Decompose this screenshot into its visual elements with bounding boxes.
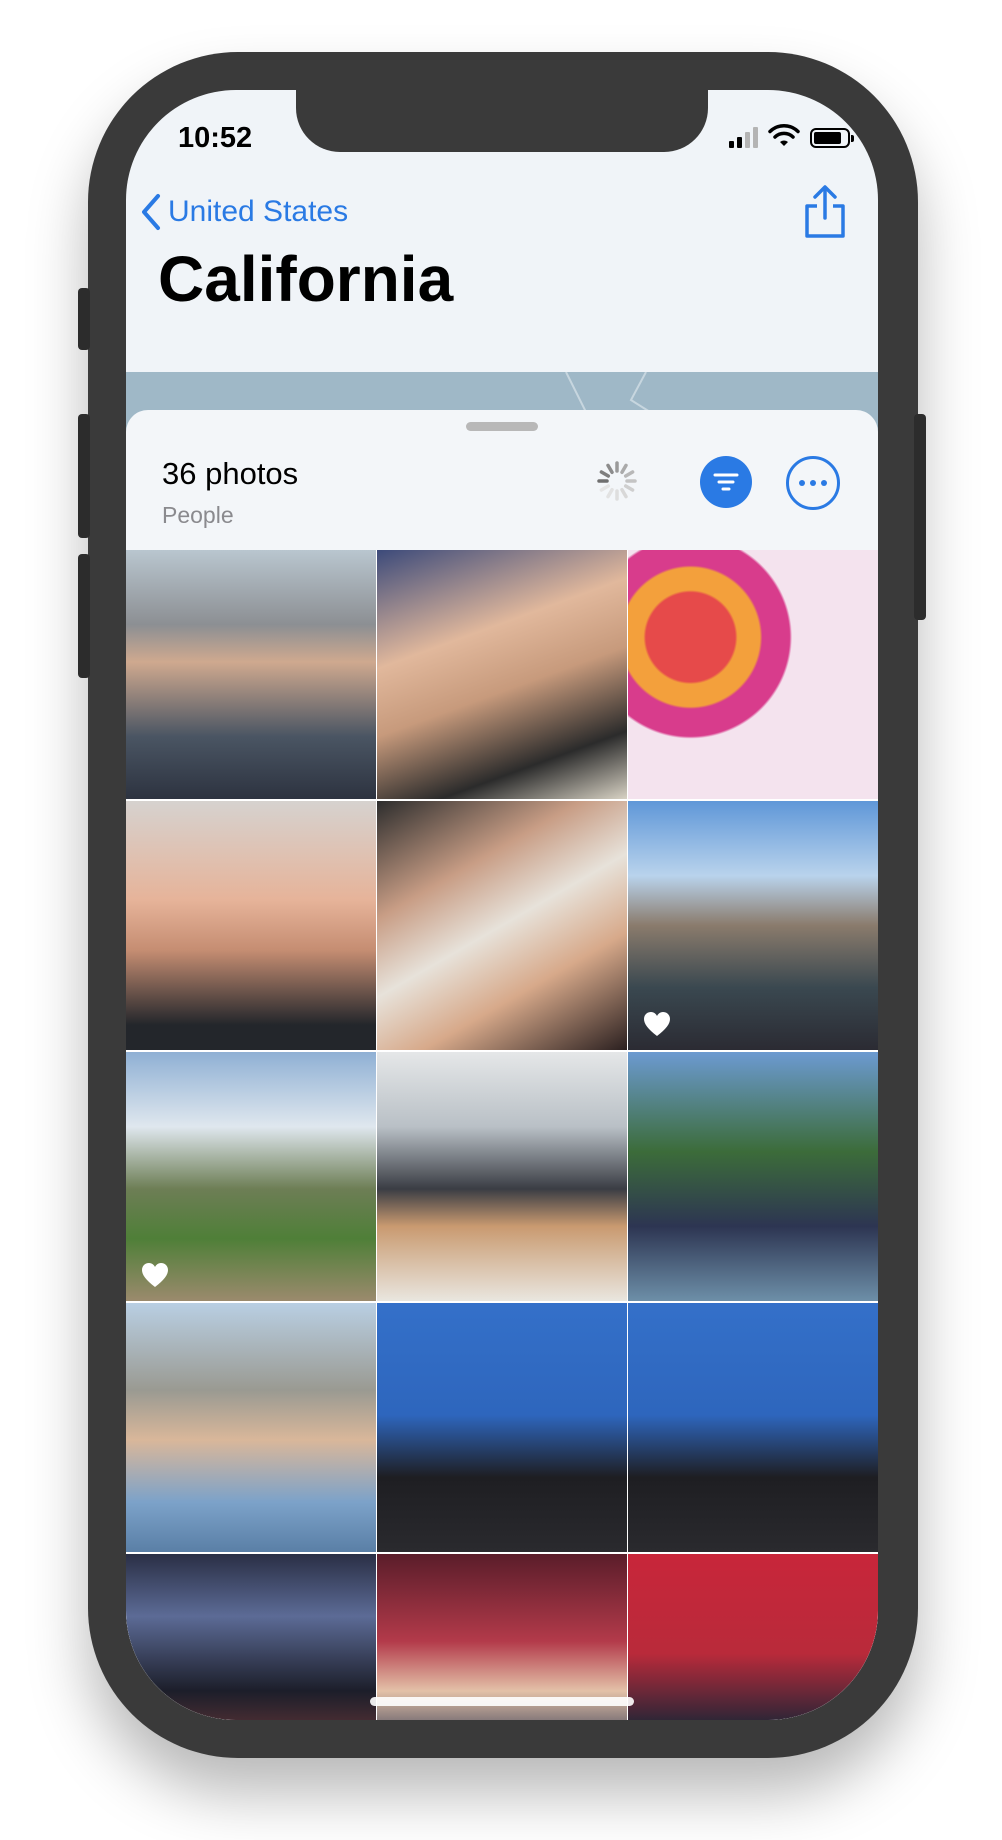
photo-thumbnail[interactable] [126,801,376,1050]
sheet-grabber[interactable] [466,422,538,431]
ellipsis-icon [821,480,827,486]
more-options-button[interactable] [786,456,840,510]
filter-button[interactable] [700,456,752,508]
photo-thumbnail[interactable] [126,1303,376,1552]
home-indicator[interactable] [370,1697,634,1706]
photo-thumbnail[interactable] [377,1052,627,1301]
power-button [914,414,926,620]
heart-icon [642,1010,672,1038]
battery-level [814,132,841,144]
cellular-signal-icon [729,126,758,148]
status-icons [729,124,854,148]
phone-screen: 10:52 United States California 36 photos… [126,90,878,1720]
notch [296,90,708,152]
photo-thumbnail[interactable] [126,550,376,799]
chevron-left-icon [142,194,160,230]
volume-up-button [78,414,90,538]
ellipsis-icon [810,480,816,486]
activity-spinner-icon [597,461,637,501]
photo-thumbnail[interactable] [628,1554,878,1720]
battery-icon [810,128,854,148]
filter-icon [713,473,739,491]
photo-thumbnail[interactable] [126,1052,376,1301]
photos-sheet: 36 photos People [126,410,878,1720]
ellipsis-icon [799,480,805,486]
photo-thumbnail[interactable] [377,1554,627,1720]
photo-grid [126,550,878,1720]
photo-thumbnail[interactable] [628,550,878,799]
photo-count: 36 photos [162,456,299,491]
volume-down-button [78,554,90,678]
photo-thumbnail[interactable] [628,801,878,1050]
share-icon[interactable] [802,184,848,240]
photo-thumbnail[interactable] [126,1554,376,1720]
photo-thumbnail[interactable] [628,1052,878,1301]
mute-switch [78,288,90,350]
photo-thumbnail[interactable] [377,801,627,1050]
back-button[interactable]: United States [140,192,348,232]
back-label: United States [168,195,349,228]
page-title: California [158,243,454,315]
photo-filter-subtitle: People [162,502,234,528]
wifi-icon [768,124,800,146]
heart-icon [140,1261,170,1289]
photo-thumbnail[interactable] [377,1303,627,1552]
status-time: 10:52 [178,122,253,154]
photo-thumbnail[interactable] [377,550,627,799]
photo-thumbnail[interactable] [628,1303,878,1552]
